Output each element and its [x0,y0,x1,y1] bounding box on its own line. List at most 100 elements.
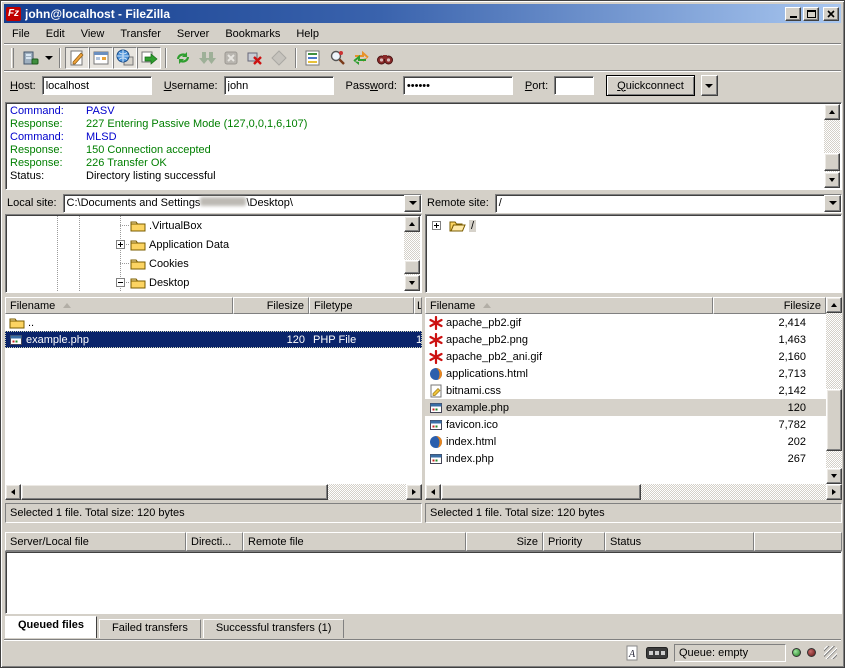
scroll-thumb[interactable] [826,389,842,451]
tree-item-root[interactable]: / [427,216,840,235]
tab-failed-transfers[interactable]: Failed transfers [99,619,201,638]
sort-ascending-icon [483,303,491,308]
resize-grip[interactable] [824,646,837,659]
quickconnect-button[interactable]: Quickconnect [606,75,695,96]
tab-queued-files[interactable]: Queued files [5,616,97,638]
column-server-local-file[interactable]: Server/Local file [5,532,186,551]
expand-icon[interactable] [432,221,441,230]
column-status[interactable]: Status [605,532,754,551]
list-item[interactable]: apache_pb2.png 1,463 [425,331,826,348]
scroll-thumb[interactable] [441,484,641,500]
tab-successful-transfers[interactable]: Successful transfers (1) [203,619,345,638]
list-item[interactable]: index.html 202 [425,433,826,450]
scroll-down-button[interactable] [404,275,420,291]
collapse-icon[interactable] [116,278,125,287]
port-input[interactable] [554,76,594,95]
process-queue-button[interactable] [195,47,219,69]
disconnect-button[interactable] [243,47,267,69]
remote-list-hscrollbar[interactable] [425,484,842,500]
menu-edit[interactable]: Edit [38,26,73,42]
menu-help[interactable]: Help [288,26,327,42]
toolbar-grip[interactable] [11,48,14,68]
list-item-example-php[interactable]: example.php 120 PHP File 1 [5,331,422,348]
site-manager-button[interactable] [18,47,42,69]
scroll-right-button[interactable] [826,484,842,500]
menu-view[interactable]: View [73,26,113,42]
username-input[interactable] [224,76,334,95]
toggle-remote-tree-button[interactable] [113,47,137,69]
cancel-icon [222,49,240,67]
menu-file[interactable]: File [4,26,38,42]
list-item[interactable]: index.php 267 [425,450,826,467]
scroll-thumb[interactable] [824,153,840,171]
remote-site-dropdown[interactable] [824,195,841,212]
close-button[interactable] [823,7,839,21]
log-scrollbar[interactable] [824,104,840,188]
scroll-up-button[interactable] [824,104,840,120]
expand-icon[interactable] [116,240,125,249]
menu-transfer[interactable]: Transfer [112,26,169,42]
toggle-transfer-queue-button[interactable] [137,47,161,69]
tree-item-cookies[interactable]: Cookies [7,254,420,273]
scroll-up-button[interactable] [404,216,420,232]
column-remote-file[interactable]: Remote file [243,532,466,551]
cancel-button[interactable] [219,47,243,69]
list-item[interactable]: apache_pb2.gif 2,414 [425,314,826,331]
column-size[interactable]: Size [466,532,543,551]
quickconnect-bar: Host: Username: Password: Port: Quickcon… [4,72,841,99]
site-manager-dropdown[interactable] [42,47,55,69]
filter-button[interactable] [301,47,325,69]
directory-comparison-button[interactable] [325,47,349,69]
remote-list-scrollbar[interactable] [826,297,842,484]
synchronized-browsing-button[interactable] [349,47,373,69]
tree-item-desktop[interactable]: Desktop [7,273,420,291]
ascii-data-type-icon: A [624,645,640,661]
local-site-dropdown[interactable] [404,195,421,212]
scroll-left-button[interactable] [5,484,21,500]
column-filesize[interactable]: Filesize [713,297,826,314]
scroll-down-button[interactable] [824,172,840,188]
list-item[interactable]: applications.html 2,713 [425,365,826,382]
tree-item-virtualbox[interactable]: .VirtualBox [7,216,420,235]
list-item[interactable]: bitnami.css 2,142 [425,382,826,399]
toggle-local-tree-button[interactable] [89,47,113,69]
local-site-combo[interactable]: C:\Documents and Settings\Desktop\ [63,194,422,213]
local-list-hscrollbar[interactable] [5,484,422,500]
scroll-thumb[interactable] [404,260,420,274]
column-priority[interactable]: Priority [543,532,605,551]
minimize-button[interactable] [785,7,801,21]
scroll-left-button[interactable] [425,484,441,500]
list-item[interactable]: apache_pb2_ani.gif 2,160 [425,348,826,365]
status-bar: A Queue: empty [4,640,841,664]
list-item-example-php[interactable]: example.php 120 [425,399,826,416]
open-folder-icon [449,219,466,232]
scroll-thumb[interactable] [21,484,328,500]
menu-bookmarks[interactable]: Bookmarks [217,26,288,42]
host-input[interactable] [42,76,152,95]
column-last-modified[interactable]: L [414,297,422,314]
local-status-text: Selected 1 file. Total size: 120 bytes [5,503,422,523]
remote-site-combo[interactable]: / [495,194,842,213]
menu-server[interactable]: Server [169,26,217,42]
scroll-down-button[interactable] [826,468,842,484]
maximize-button[interactable] [803,7,819,21]
toggle-message-log-button[interactable] [65,47,89,69]
column-filesize[interactable]: Filesize [233,297,309,314]
quickconnect-dropdown[interactable] [701,75,718,96]
list-item[interactable]: favicon.ico 7,782 [425,416,826,433]
refresh-button[interactable] [171,47,195,69]
column-filetype[interactable]: Filetype [309,297,414,314]
column-filename[interactable]: Filename [425,297,713,314]
find-files-button[interactable] [373,47,397,69]
column-direction[interactable]: Directi... [186,532,243,551]
reconnect-button[interactable] [267,47,291,69]
local-tree-scrollbar[interactable] [404,216,420,291]
apache-image-file-icon [429,333,443,347]
column-filename[interactable]: Filename [5,297,233,314]
scroll-right-button[interactable] [406,484,422,500]
scroll-up-button[interactable] [826,297,842,313]
list-item-parent-dir[interactable]: .. [5,314,422,331]
password-input[interactable] [403,76,513,95]
toolbar-separator [295,48,297,68]
tree-item-application-data[interactable]: Application Data [7,235,420,254]
